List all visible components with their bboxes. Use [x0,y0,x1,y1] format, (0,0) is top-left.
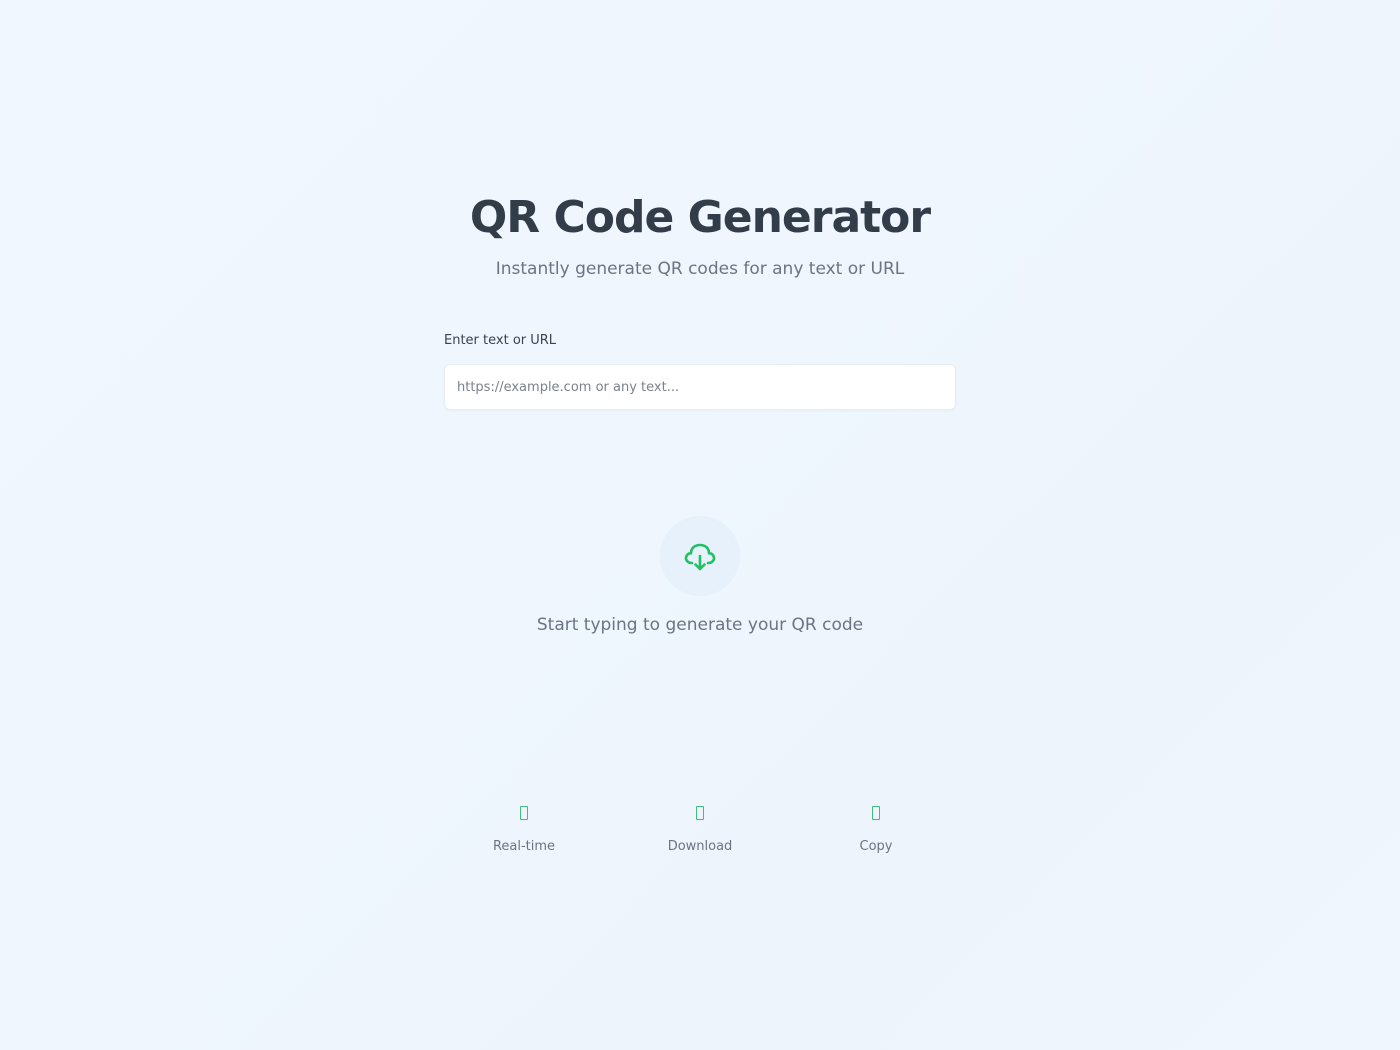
page-subtitle: Instantly generate QR codes for any text… [495,259,905,279]
text-input-label: Enter text or URL [444,333,557,348]
feature-download: Download [640,800,760,856]
feature-label: Download [667,839,733,854]
page-background: QR Code Generator Instantly generate QR … [0,0,1400,1050]
feature-list: Real-time Download Copy [444,800,956,860]
page-title: QR Code Generator [469,192,931,243]
bolt-icon [520,806,528,820]
cloud-download-icon [684,543,716,571]
copy-icon [872,806,880,820]
empty-state-message: Start typing to generate your QR code [536,615,864,635]
feature-label: Copy [859,839,893,854]
feature-real-time: Real-time [464,800,584,856]
empty-state-icon-circle [660,516,740,596]
feature-label: Real-time [492,839,556,854]
text-url-input[interactable] [444,364,956,410]
feature-copy: Copy [816,800,936,856]
download-icon [696,806,704,820]
